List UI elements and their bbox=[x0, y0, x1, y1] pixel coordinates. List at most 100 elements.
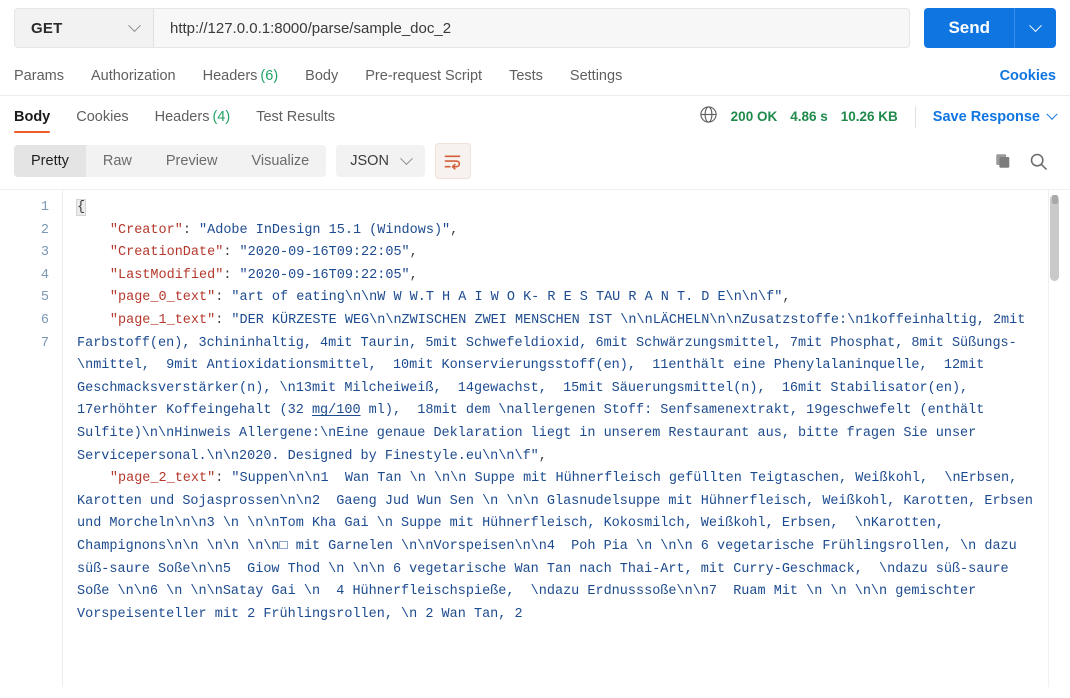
json-separator: : bbox=[223, 245, 240, 261]
view-mode-visualize[interactable]: Visualize bbox=[234, 145, 326, 177]
json-key: "LastModified" bbox=[109, 267, 224, 283]
format-label: JSON bbox=[350, 153, 389, 169]
view-mode-segmented-control: Pretty Raw Preview Visualize bbox=[14, 145, 327, 177]
code-line-6: "page_1_text": "DER KÜRZESTE WEG\n\nZWIS… bbox=[63, 310, 1070, 468]
json-separator: : bbox=[215, 471, 232, 487]
tab-pre-request-script[interactable]: Pre-request Script bbox=[365, 68, 482, 84]
json-separator: : bbox=[223, 267, 240, 283]
tab-label: Params bbox=[14, 67, 64, 84]
json-comma: , bbox=[782, 290, 791, 306]
line-number: 2 bbox=[40, 222, 49, 238]
json-comma: , bbox=[450, 222, 459, 238]
json-value: "art of eating\n\nW W W.T H A I W O K- R… bbox=[231, 290, 783, 306]
view-mode-preview[interactable]: Preview bbox=[149, 145, 235, 177]
request-tabs: Params Authorization Headers (6) Body Pre… bbox=[0, 56, 1070, 96]
tab-label: Cookies bbox=[76, 108, 129, 125]
json-value: "2020-09-16T09:22:05" bbox=[239, 267, 410, 283]
code-line-1: { bbox=[63, 197, 1070, 220]
tab-label: Body bbox=[14, 108, 51, 125]
chevron-down-icon bbox=[400, 151, 413, 165]
copy-icon[interactable] bbox=[994, 152, 1012, 170]
tab-label: Pre-request Script bbox=[365, 67, 483, 84]
json-key: "Creator" bbox=[109, 222, 183, 238]
response-body-toolbar: Pretty Raw Preview Visualize JSON bbox=[0, 137, 1070, 189]
json-separator: : bbox=[182, 222, 200, 238]
code-line-5: "page_0_text": "art of eating\n\nW W W.T… bbox=[63, 287, 1070, 310]
response-format-selector[interactable]: JSON bbox=[336, 145, 425, 177]
view-mode-pretty[interactable]: Pretty bbox=[14, 145, 86, 177]
url-input-wrapper[interactable] bbox=[153, 8, 911, 48]
json-comma: , bbox=[538, 448, 547, 464]
line-number: 7 bbox=[40, 335, 49, 351]
tab-count: (4) bbox=[212, 108, 231, 125]
tab-label: Authorization bbox=[90, 67, 176, 84]
tab-params[interactable]: Params bbox=[14, 68, 64, 84]
json-value-link[interactable]: mg/100 bbox=[312, 403, 361, 418]
tab-label: Tests bbox=[509, 67, 543, 84]
json-key: "page_1_text" bbox=[109, 312, 216, 328]
response-body-code-viewer[interactable]: 1 2 3 4 5 6 7 { "Creator": "Adobe InDesi… bbox=[0, 189, 1070, 687]
json-comma: , bbox=[409, 245, 418, 261]
json-value: "DER KÜRZESTE WEG\n\nZWISCHEN ZWEI MENSC… bbox=[77, 312, 1034, 464]
line-number: 4 bbox=[40, 267, 49, 283]
json-open-brace: { bbox=[75, 199, 87, 216]
json-value: "2020-09-16T09:22:05" bbox=[239, 245, 410, 261]
view-mode-raw[interactable]: Raw bbox=[86, 145, 149, 177]
response-time: 4.86 s bbox=[790, 109, 828, 124]
tab-count: (6) bbox=[260, 67, 279, 84]
code-line-7: "page_2_text": "Suppen\n\n1 Wan Tan \n \… bbox=[63, 468, 1070, 626]
json-value: "Adobe InDesign 15.1 (Windows)" bbox=[199, 222, 451, 238]
response-tab-test-results[interactable]: Test Results bbox=[256, 96, 335, 137]
meta-divider bbox=[914, 105, 916, 128]
response-tab-cookies[interactable]: Cookies bbox=[76, 96, 128, 137]
tab-label: Settings bbox=[569, 67, 623, 84]
save-response-button[interactable]: Save Response bbox=[932, 108, 1058, 125]
response-scrollbar-thumb[interactable] bbox=[1050, 195, 1059, 281]
tab-label: Test Results bbox=[256, 108, 336, 125]
json-key: "page_0_text" bbox=[109, 290, 216, 306]
save-response-label: Save Response bbox=[932, 108, 1040, 125]
line-number: 1 bbox=[40, 200, 49, 215]
code-line-4: "LastModified": "2020-09-16T09:22:05", bbox=[63, 265, 1070, 288]
code-content[interactable]: { "Creator": "Adobe InDesign 15.1 (Windo… bbox=[62, 190, 1070, 687]
json-value: "Suppen\n\n1 Wan Tan \n \n\n Suppe mit H… bbox=[77, 471, 1042, 622]
send-button[interactable]: Send bbox=[924, 8, 1014, 48]
http-method-label: GET bbox=[31, 19, 63, 37]
json-comma: , bbox=[409, 267, 418, 283]
chevron-down-icon bbox=[1046, 108, 1058, 120]
body-toolbar-actions bbox=[994, 152, 1056, 171]
tab-body[interactable]: Body bbox=[305, 68, 338, 84]
word-wrap-toggle[interactable] bbox=[434, 143, 471, 179]
tab-authorization[interactable]: Authorization bbox=[91, 68, 176, 84]
response-meta: 200 OK 4.86 s 10.26 KB Save Response bbox=[699, 105, 1058, 129]
request-url-bar: GET Send bbox=[0, 0, 1070, 56]
search-icon[interactable] bbox=[1029, 152, 1048, 171]
http-method-selector[interactable]: GET bbox=[14, 8, 153, 48]
tab-settings[interactable]: Settings bbox=[570, 68, 622, 84]
tab-label: Body bbox=[305, 67, 339, 84]
response-tab-headers[interactable]: Headers (4) bbox=[155, 96, 231, 137]
send-options-button[interactable] bbox=[1014, 8, 1056, 48]
tab-label: Headers bbox=[154, 108, 210, 125]
response-status: 200 OK bbox=[730, 109, 778, 124]
code-line-3: "CreationDate": "2020-09-16T09:22:05", bbox=[63, 242, 1070, 265]
response-tab-body[interactable]: Body bbox=[14, 96, 51, 137]
bottom-fade bbox=[63, 675, 1070, 687]
json-key: "CreationDate" bbox=[109, 245, 224, 261]
response-scrollbar-track[interactable] bbox=[1048, 190, 1059, 687]
url-input[interactable] bbox=[168, 18, 896, 38]
globe-icon bbox=[699, 105, 718, 129]
json-key: "page_2_text" bbox=[109, 471, 216, 487]
tab-tests[interactable]: Tests bbox=[509, 68, 543, 84]
line-number: 3 bbox=[40, 245, 49, 261]
line-number: 6 bbox=[40, 312, 49, 328]
json-separator: : bbox=[215, 312, 232, 328]
json-separator: : bbox=[215, 290, 232, 306]
send-button-group: Send bbox=[924, 8, 1056, 48]
response-tabs-bar: Body Cookies Headers (4) Test Results 200… bbox=[0, 96, 1070, 137]
tab-headers[interactable]: Headers (6) bbox=[203, 68, 279, 84]
code-line-2: "Creator": "Adobe InDesign 15.1 (Windows… bbox=[63, 220, 1070, 243]
cookies-link[interactable]: Cookies bbox=[1000, 68, 1056, 84]
chevron-down-icon bbox=[128, 18, 141, 32]
line-number-gutter: 1 2 3 4 5 6 7 bbox=[0, 190, 62, 687]
